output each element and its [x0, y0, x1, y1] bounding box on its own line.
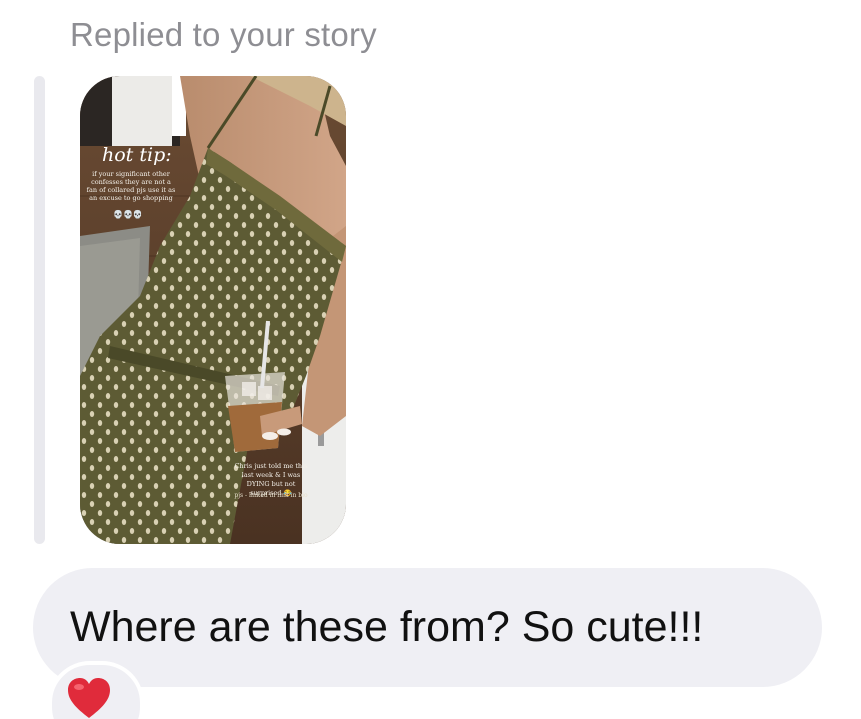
story-overlay-body: if your significant other confesses they… — [86, 170, 176, 202]
heart-reaction-icon — [68, 678, 110, 718]
skull-emoji-row: 💀💀💀 — [113, 210, 143, 219]
story-overlay-link-note: pjs - linked in link in bio — [234, 492, 308, 499]
replied-to-story-label: Replied to your story — [70, 16, 377, 53]
story-thumbnail[interactable]: hot tip: if your significant other confe… — [80, 76, 346, 544]
story-reply-message: Replied to your story hot tip: if your s… — [0, 0, 861, 719]
message-text: Where are these from? So cute!!! — [70, 603, 704, 651]
quote-indicator-bar — [34, 76, 45, 544]
story-overlay-title: hot tip: — [102, 144, 172, 166]
